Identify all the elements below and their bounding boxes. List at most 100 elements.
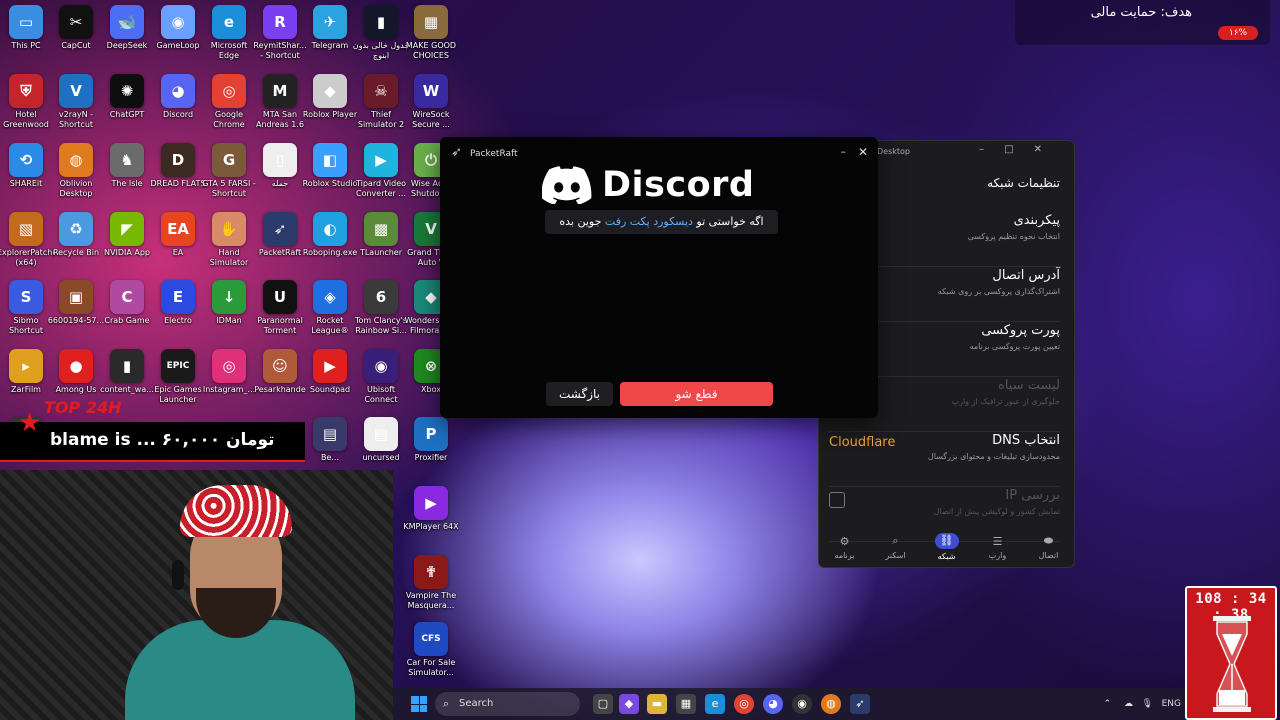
app-icon: G	[212, 143, 246, 177]
desktop-icon[interactable]: U Paranormal Torment	[255, 280, 305, 336]
copilot-icon[interactable]: ◆	[619, 694, 639, 714]
desktop-icon[interactable]: ▤ Be...	[305, 417, 355, 463]
desktop-icon[interactable]: EPIC Epic Games Launcher	[153, 349, 203, 405]
obs-icon[interactable]: ◉	[792, 694, 812, 714]
desktop-icon[interactable]: ◎ Google Chrome	[204, 74, 254, 130]
desktop-icon[interactable]: ☠ Thief Simulator 2	[356, 74, 406, 130]
desktop-icon[interactable]: ◧ Roblox Studio	[303, 143, 357, 189]
discord-join-banner[interactable]: اگه خواستی تو دیسکورد پکت رفت جوین بده	[545, 210, 778, 234]
minimize-icon[interactable]: –	[841, 145, 847, 158]
desktop-icon[interactable]: ● Among Us	[51, 349, 101, 395]
desktop-icon[interactable]: S Sibmo Shortcut	[1, 280, 51, 336]
desktop-icon[interactable]: ◕ Discord	[153, 74, 203, 120]
desktop-icon[interactable]: P Proxifier	[406, 417, 456, 463]
desktop-icon[interactable]: ◉ Ubisoft Connect	[356, 349, 406, 405]
banner-link[interactable]: دیسکورد پکت رفت	[605, 215, 693, 228]
tab-item[interactable]: ⛓ شبکه	[927, 533, 967, 561]
taskbar-search[interactable]: ⌕ Search	[435, 692, 580, 716]
oblivion-icon[interactable]: ◍	[821, 694, 841, 714]
discord-brand[interactable]: Discord	[542, 165, 755, 205]
desktop-icon[interactable]: W WireSock Secure ...	[406, 74, 456, 130]
packetraft-taskbar-icon[interactable]: ➶	[850, 694, 870, 714]
desktop-icon-label: Roblox Player	[302, 110, 358, 119]
desktop-icon[interactable]: M MTA San Andreas 1.6	[255, 74, 305, 130]
store-icon[interactable]: ▦	[676, 694, 696, 714]
desktop-icon[interactable]: ▤ uncursed	[356, 417, 406, 463]
desktop-icon[interactable]: ✈ Telegram	[305, 5, 355, 51]
desktop-icon[interactable]: ◉ GameLoop	[153, 5, 203, 51]
desktop-icon[interactable]: ▦ MAKE GOOD CHOICES	[406, 5, 456, 61]
desktop-icon[interactable]: ▣ 6600194-57...	[48, 280, 104, 326]
chevron-up-icon[interactable]: ⌃	[1103, 699, 1111, 709]
search-icon: ⌕	[443, 697, 450, 710]
language-indicator[interactable]: ENG	[1162, 699, 1181, 709]
desktop-icon[interactable]: ▮ content_wa...	[100, 349, 154, 395]
desktop-icon[interactable]: ◎ Instagram_...	[203, 349, 255, 395]
desktop-icon[interactable]: ◆ Roblox Player	[303, 74, 357, 120]
ip-check-checkbox[interactable]	[829, 492, 845, 508]
chrome-icon[interactable]: ◎	[734, 694, 754, 714]
desktop-icon[interactable]: 🐋 DeepSeek	[102, 5, 152, 51]
desktop-icon[interactable]: ▸ ZarFilm	[1, 349, 51, 395]
desktop-icon[interactable]: ♞ The Isle	[102, 143, 152, 189]
desktop-icon[interactable]: C Crab Game	[102, 280, 152, 326]
desktop-icon[interactable]: ✂ CapCut	[51, 5, 101, 51]
desktop-icon[interactable]: ▯ جمله	[255, 143, 305, 189]
desktop-icon[interactable]: e Microsoft Edge	[204, 5, 254, 61]
desktop-icon[interactable]: ◍ Oblivion Desktop	[51, 143, 101, 199]
back-button[interactable]: بازگشت	[546, 382, 613, 406]
desktop-icon-label: IDMan	[216, 316, 242, 325]
desktop-icon[interactable]: E Electro	[153, 280, 203, 326]
edge-icon[interactable]: e	[705, 694, 725, 714]
desktop-icon[interactable]: CFS Car For Sale Simulator...	[406, 622, 456, 678]
tab-item[interactable]: ☰ وارپ	[978, 535, 1018, 560]
desktop-icon[interactable]: ▩ TLauncher	[356, 212, 406, 258]
desktop-icon[interactable]: 6 Tom Clancy's Rainbow Si...	[355, 280, 407, 336]
desktop-icon[interactable]: EA EA	[153, 212, 203, 258]
discord-icon[interactable]: ◕	[763, 694, 783, 714]
file-explorer-icon[interactable]: ▬	[647, 694, 667, 714]
desktop-icon[interactable]: ◤ NVIDIA App	[102, 212, 152, 258]
desktop-icon[interactable]: R ReymitShar... - Shortcut	[253, 5, 307, 61]
app-icon: ⛨	[9, 74, 43, 108]
desktop-icon[interactable]: ▮ جدول خالی بدون ابنوچ	[353, 5, 409, 61]
windows-start-icon[interactable]	[411, 696, 427, 712]
desktop-icon[interactable]: ☺ Pesarkhande	[254, 349, 306, 395]
tab-item[interactable]: ⌕ اسکنر	[876, 534, 916, 560]
desktop-icon[interactable]: ⛨ Hotel Greenwood	[1, 74, 51, 130]
desktop-icon[interactable]: ▶ Soundpad	[305, 349, 355, 395]
tab-icon: ⌕	[892, 534, 899, 547]
desktop-icon[interactable]: ◈ Rocket League®	[305, 280, 355, 336]
desktop-icon[interactable]: ✟ Vampire The Masquera...	[406, 555, 456, 611]
desktop-icon[interactable]: ▶ KMPlayer 64X	[403, 486, 459, 532]
packetraft-window[interactable]: ➶ PacketRaft – ✕ Discord اگه خواستی تو د…	[440, 137, 878, 418]
app-icon: EPIC	[161, 349, 195, 383]
disconnect-button[interactable]: قطع شو	[620, 382, 773, 406]
desktop-icon[interactable]: ♻ Recycle Bin	[51, 212, 101, 258]
cloud-icon[interactable]: ☁	[1124, 699, 1133, 709]
desktop-icon[interactable]: ◐ Roboping.exe	[303, 212, 357, 258]
desktop-icon[interactable]: ▭ This PC	[1, 5, 51, 51]
desktop-icon[interactable]: Vv2rayN - Shortcut	[51, 74, 101, 130]
microphone-icon[interactable]: 🎙	[1142, 699, 1153, 709]
desktop-icon[interactable]: G GTA 5 FARSI - Shortcut	[202, 143, 256, 199]
setting-value[interactable]: Cloudflare	[829, 435, 895, 450]
desktop-icon[interactable]: ▶ Tipard Video Converter ...	[356, 143, 406, 199]
desktop-icon[interactable]: D DREAD FLATS	[150, 143, 206, 189]
desktop-icon[interactable]: ▧ExplorerPatcher (x64)	[0, 212, 55, 268]
desktop-icon[interactable]: ✺ ChatGPT	[102, 74, 152, 120]
window-controls[interactable]: –□✕	[979, 144, 1062, 155]
setting-row[interactable]: انتخاب DNS محدودسازی تبلیغات و محتوای بزر…	[829, 433, 1060, 487]
tab-item[interactable]: ⚙ برنامه	[825, 535, 865, 560]
desktop-icon-label: ChatGPT	[109, 110, 145, 119]
close-icon[interactable]: ✕	[858, 145, 868, 159]
app-icon: ▮	[110, 349, 144, 383]
tab-item[interactable]: ⬬ اتصال	[1029, 534, 1069, 560]
desktop-icon[interactable]: ⟲ SHAREit	[1, 143, 51, 189]
task-view-icon[interactable]: ▢	[593, 694, 613, 714]
desktop-icon[interactable]: ✋ Hand Simulator	[204, 212, 254, 268]
desktop-icon[interactable]: ➶ PacketRaft	[255, 212, 305, 258]
desktop-icon[interactable]: ↓ IDMan	[204, 280, 254, 326]
desktop-icon-label: WireSock Secure ...	[412, 110, 450, 129]
app-icon: ◆	[313, 74, 347, 108]
